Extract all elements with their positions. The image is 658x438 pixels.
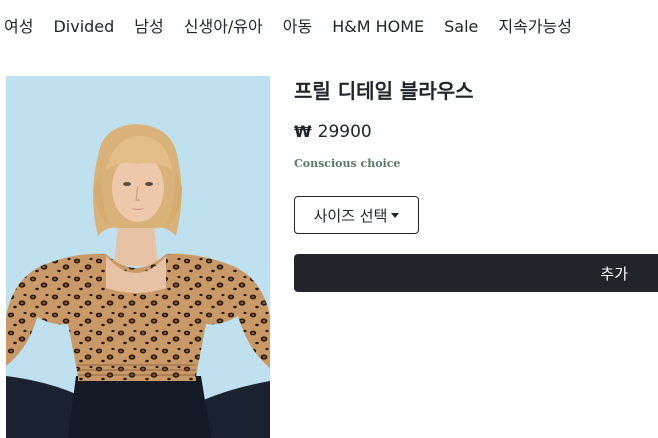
nav-item-sustainability[interactable]: 지속가능성 [498, 16, 572, 38]
product-price: ₩ 29900 [294, 121, 372, 143]
currency-symbol: ₩ [294, 122, 312, 141]
size-select-dropdown[interactable]: 사이즈 선택 [294, 196, 419, 234]
add-to-cart-button[interactable]: 추가 [294, 254, 658, 292]
caret-down-icon [391, 213, 400, 218]
product-title: 프릴 디테일 블라우스 [294, 79, 474, 103]
product-page: 여성 Divided 남성 신생아/유아 아동 H&M HOME Sale 지속… [0, 0, 658, 438]
product-image [6, 76, 270, 438]
nav-item-sale[interactable]: Sale [444, 16, 478, 38]
top-navigation: 여성 Divided 남성 신생아/유아 아동 H&M HOME Sale 지속… [4, 16, 572, 38]
nav-item-divided[interactable]: Divided [53, 16, 114, 38]
nav-item-home[interactable]: H&M HOME [332, 16, 424, 38]
nav-item-baby[interactable]: 신생아/유아 [184, 16, 263, 38]
nav-item-women[interactable]: 여성 [4, 16, 33, 38]
add-button-label: 추가 [600, 264, 628, 283]
size-select-label: 사이즈 선택 [313, 206, 388, 225]
nav-item-men[interactable]: 남성 [134, 16, 163, 38]
product-photo-illustration [6, 76, 270, 438]
conscious-choice-badge: Conscious choice [294, 157, 401, 170]
nav-item-kids[interactable]: 아동 [283, 16, 312, 38]
price-value: 29900 [317, 122, 372, 142]
